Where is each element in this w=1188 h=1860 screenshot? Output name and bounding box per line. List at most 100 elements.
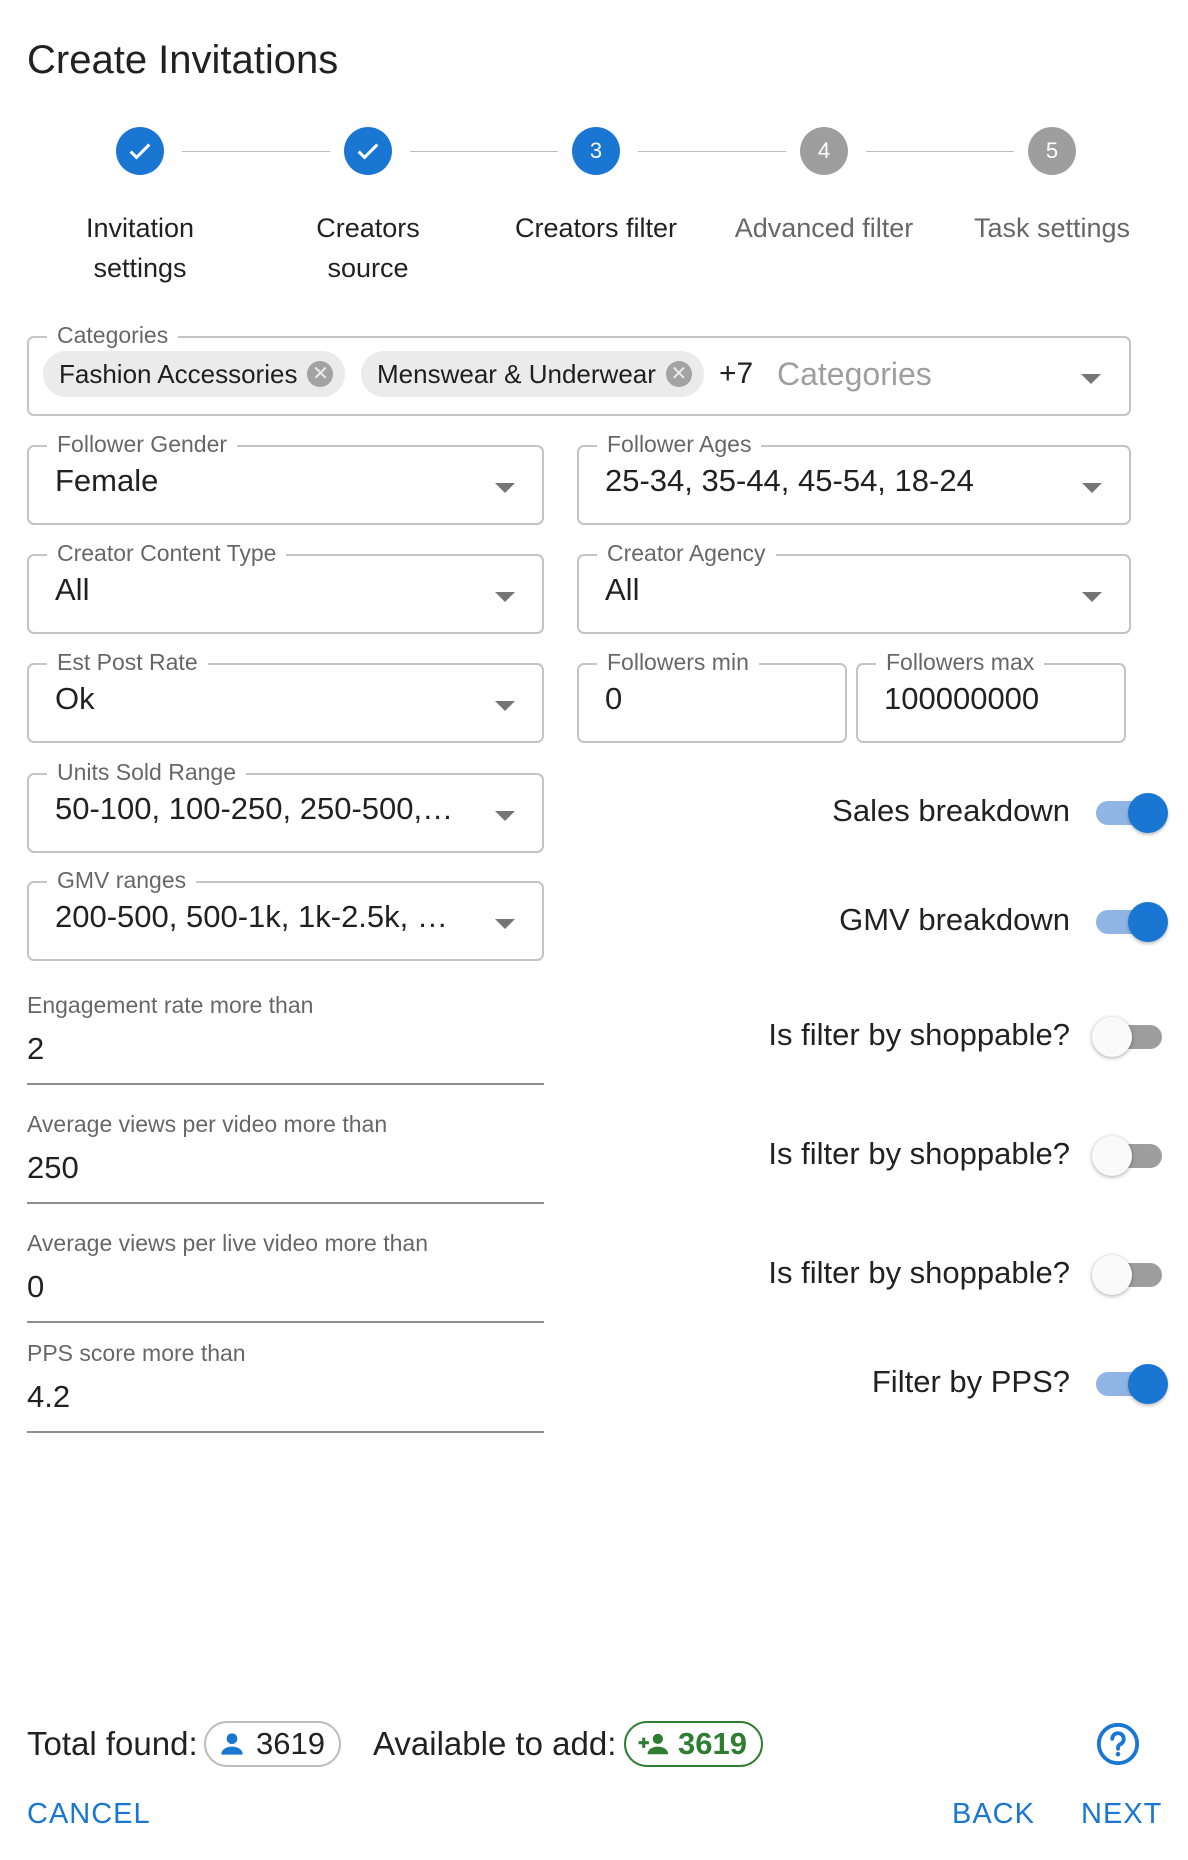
dropdown-arrow-icon — [495, 592, 515, 602]
follower-ages-label: Follower Ages — [597, 429, 762, 459]
follower-gender-value: Female — [55, 463, 159, 498]
input-underline — [27, 1202, 544, 1204]
creator-agency-select[interactable]: Creator Agency All — [577, 538, 1131, 634]
shoppable-filter-switch[interactable] — [1092, 1017, 1168, 1057]
shoppable-filter-label: Is filter by shoppable? — [768, 1136, 1070, 1171]
creator-content-type-label: Creator Content Type — [47, 538, 287, 568]
switch-thumb — [1128, 793, 1168, 833]
follower-ages-select[interactable]: Follower Ages 25-34, 35-44, 45-54, 18-24 — [577, 429, 1131, 525]
input-underline — [27, 1083, 544, 1085]
switch-thumb — [1092, 1136, 1132, 1176]
step-connector — [410, 151, 558, 152]
followers-max-field[interactable]: Followers max 100000000 — [856, 647, 1126, 743]
person-add-icon — [638, 1733, 669, 1755]
cancel-button[interactable]: CANCEL — [27, 1798, 151, 1831]
input-underline — [27, 1321, 544, 1323]
follower-gender-label: Follower Gender — [47, 429, 238, 459]
followers-min-field[interactable]: Followers min 0 — [577, 647, 847, 743]
step-5-number: 5 — [1045, 138, 1059, 163]
avg-views-video-value[interactable]: 250 — [27, 1150, 544, 1186]
person-icon — [221, 1733, 243, 1755]
switch-thumb — [1092, 1017, 1132, 1057]
shoppable-filter-switch[interactable] — [1092, 1136, 1168, 1176]
shoppable-filter-label: Is filter by shoppable? — [768, 1255, 1070, 1290]
step-2-check-icon[interactable] — [344, 127, 392, 175]
units-sold-range-label: Units Sold Range — [47, 757, 246, 787]
avg-views-live-label: Average views per live video more than — [27, 1230, 429, 1256]
pps-score-field[interactable]: PPS score more than 4.2 — [27, 1340, 544, 1433]
back-button[interactable]: BACK — [952, 1798, 1035, 1831]
gmv-ranges-value: 200-500, 500-1k, 1k-2.5k, … — [55, 899, 448, 934]
next-button[interactable]: NEXT — [1081, 1798, 1162, 1831]
pps-score-label: PPS score more than — [27, 1340, 246, 1366]
dropdown-arrow-icon — [495, 483, 515, 493]
category-chip-label: Fashion Accessories — [59, 358, 298, 389]
categories-input-placeholder[interactable]: Categories — [777, 356, 932, 393]
engagement-rate-field[interactable]: Engagement rate more than 2 — [27, 992, 544, 1085]
filter-by-pps-label: Filter by PPS? — [871, 1364, 1070, 1399]
categories-more-count: +7 — [719, 357, 754, 390]
step-3-label: Creators filter — [514, 213, 678, 243]
est-post-rate-value: Ok — [55, 681, 95, 716]
filter-by-pps-switch[interactable] — [1096, 1364, 1172, 1404]
step-connector — [866, 151, 1014, 152]
step-4-circle[interactable]: 4 — [800, 127, 848, 175]
category-chip[interactable]: Menswear & Underwear ✕ — [361, 351, 704, 397]
followers-min-value[interactable]: 0 — [605, 681, 622, 717]
switch-thumb — [1128, 1364, 1168, 1404]
step-connector — [182, 151, 330, 152]
total-found-badge: 3619 — [204, 1721, 341, 1767]
categories-select[interactable]: Categories Fashion Accessories ✕ Menswea… — [27, 320, 1131, 416]
step-3-circle[interactable]: 3 — [572, 127, 620, 175]
category-chip[interactable]: Fashion Accessories ✕ — [43, 351, 346, 397]
page-title: Create Invitations — [27, 38, 339, 82]
step-5-circle[interactable]: 5 — [1028, 127, 1076, 175]
chip-delete-icon[interactable]: ✕ — [307, 361, 334, 387]
step-4-label: Advanced filter — [734, 213, 914, 243]
avg-views-video-label: Average views per video more than — [27, 1111, 388, 1137]
gmv-breakdown-label: GMV breakdown — [839, 902, 1070, 937]
shoppable-filter-switch[interactable] — [1092, 1255, 1168, 1295]
categories-label: Categories — [47, 320, 179, 350]
follower-ages-value: 25-34, 35-44, 45-54, 18-24 — [605, 463, 974, 498]
followers-max-label: Followers max — [876, 647, 1045, 677]
step-connector — [638, 151, 786, 152]
gmv-ranges-select[interactable]: GMV ranges 200-500, 500-1k, 1k-2.5k, … — [27, 865, 544, 961]
creator-content-type-select[interactable]: Creator Content Type All — [27, 538, 544, 634]
avg-views-video-field[interactable]: Average views per video more than 250 — [27, 1111, 544, 1204]
est-post-rate-select[interactable]: Est Post Rate Ok — [27, 647, 544, 743]
avg-views-live-value[interactable]: 0 — [27, 1269, 544, 1305]
dropdown-arrow-icon — [1082, 592, 1102, 602]
step-1-label: Invitation settings — [85, 213, 195, 283]
dropdown-arrow-icon — [1082, 483, 1102, 493]
category-chip-label: Menswear & Underwear — [377, 358, 656, 389]
gmv-breakdown-switch[interactable] — [1096, 902, 1172, 942]
units-sold-range-select[interactable]: Units Sold Range 50-100, 100-250, 250-50… — [27, 757, 544, 853]
dropdown-arrow-icon — [495, 919, 515, 929]
creator-agency-value: All — [605, 572, 640, 607]
chip-delete-icon[interactable]: ✕ — [665, 361, 692, 387]
est-post-rate-label: Est Post Rate — [47, 647, 208, 677]
engagement-rate-value[interactable]: 2 — [27, 1031, 544, 1067]
step-4-number: 4 — [817, 138, 831, 163]
total-found-count: 3619 — [256, 1726, 325, 1761]
engagement-rate-label: Engagement rate more than — [27, 992, 314, 1018]
total-found-label: Total found: — [27, 1725, 198, 1762]
follower-gender-select[interactable]: Follower Gender Female — [27, 429, 544, 525]
followers-min-label: Followers min — [597, 647, 759, 677]
switch-thumb — [1092, 1255, 1132, 1295]
gmv-ranges-label: GMV ranges — [47, 865, 197, 895]
units-sold-range-value: 50-100, 100-250, 250-500,… — [55, 791, 454, 826]
dropdown-arrow-icon — [495, 811, 515, 821]
available-label: Available to add: — [373, 1725, 617, 1762]
dropdown-arrow-icon — [495, 701, 515, 711]
step-5-label: Task settings — [973, 213, 1131, 243]
switch-thumb — [1128, 902, 1168, 942]
avg-views-live-field[interactable]: Average views per live video more than 0 — [27, 1230, 544, 1323]
sales-breakdown-switch[interactable] — [1096, 793, 1172, 833]
help-icon[interactable] — [1095, 1721, 1141, 1767]
step-1-check-icon[interactable] — [116, 127, 164, 175]
input-underline — [27, 1431, 544, 1433]
pps-score-value[interactable]: 4.2 — [27, 1379, 544, 1415]
followers-max-value[interactable]: 100000000 — [884, 681, 1039, 717]
